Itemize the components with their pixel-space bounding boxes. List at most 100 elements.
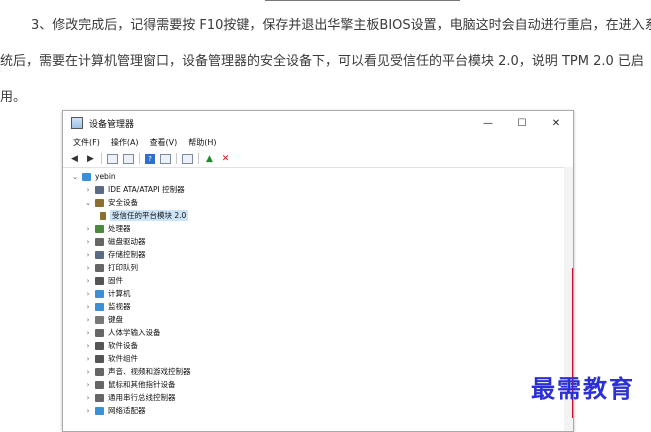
menu-action[interactable]: 操作(A) xyxy=(111,137,139,148)
tree-category-label: 存储控制器 xyxy=(108,250,146,259)
device-category-icon xyxy=(95,354,104,363)
article-line-1: 3、修改完成后，记得需要按 F10按键，保存并退出华擎主板BIOS设置，电脑这时… xyxy=(31,18,651,33)
device-category-icon xyxy=(95,315,104,324)
menu-view[interactable]: 查看(V) xyxy=(150,137,178,148)
uninstall-device-icon[interactable]: ✕ xyxy=(220,154,231,164)
device-category-icon xyxy=(95,380,104,389)
tree-category[interactable]: › 计算机 xyxy=(63,287,573,300)
tree-category-label: 打印队列 xyxy=(108,263,138,272)
tree-category-label: 软件组件 xyxy=(108,354,138,363)
expand-chevron-icon[interactable]: › xyxy=(84,407,92,415)
device-category-icon xyxy=(95,302,104,311)
expand-chevron-icon[interactable]: › xyxy=(84,368,92,376)
scan-hardware-icon[interactable] xyxy=(182,153,193,164)
tree-category-label: 安全设备 xyxy=(108,198,138,207)
tree-category-label: 磁盘驱动器 xyxy=(108,237,146,246)
show-hide-tree-icon[interactable] xyxy=(123,153,134,164)
device-category-icon xyxy=(95,406,104,415)
tpm-chip-icon xyxy=(100,211,106,220)
tree-category[interactable]: › 鼠标和其他指针设备 xyxy=(63,378,573,391)
article-line-2: 统后，需要在计算机管理窗口，设备管理器的安全设备下，可以看见受信任的平台模块 2… xyxy=(0,54,644,69)
device-category-icon xyxy=(95,276,104,285)
tree-category[interactable]: › 通用串行总线控制器 xyxy=(63,391,573,404)
device-manager-icon xyxy=(71,117,83,129)
device-category-icon xyxy=(95,237,104,246)
tree-category-label: IDE ATA/ATAPI 控制器 xyxy=(108,185,185,194)
tree-category-label: 软件设备 xyxy=(108,341,138,350)
collapse-chevron-icon[interactable]: ⌄ xyxy=(84,199,92,207)
expand-chevron-icon[interactable]: › xyxy=(84,277,92,285)
tree-category-label: 人体学输入设备 xyxy=(108,328,161,337)
tree-category[interactable]: › 人体学输入设备 xyxy=(63,326,573,339)
tree-category[interactable]: › 处理器 xyxy=(63,222,573,235)
tree-root-label: yebin xyxy=(95,172,116,181)
expand-chevron-icon[interactable]: › xyxy=(84,290,92,298)
menu-bar: 文件(F) 操作(A) 查看(V) 帮助(H) xyxy=(63,135,573,150)
device-category-icon xyxy=(95,263,104,272)
tree-device-label: 受信任的平台模块 2.0 xyxy=(110,210,189,221)
tree-category[interactable]: › IDE ATA/ATAPI 控制器 xyxy=(63,183,573,196)
toolbar: ◀ ▶ ? ▲ ✕ xyxy=(63,150,573,168)
tree-category-label: 鼠标和其他指针设备 xyxy=(108,380,176,389)
help-icon[interactable]: ? xyxy=(145,153,155,164)
tree-category-label: 通用串行总线控制器 xyxy=(108,393,176,402)
tree-category[interactable]: › 网络适配器 xyxy=(63,404,573,417)
article-line-3: 用。 xyxy=(0,90,27,105)
properties-icon[interactable] xyxy=(107,153,118,164)
tree-category[interactable]: › 固件 xyxy=(63,274,573,287)
tree-category[interactable]: ⌄ 安全设备 xyxy=(63,196,573,209)
expand-chevron-icon[interactable]: › xyxy=(84,225,92,233)
expand-chevron-icon[interactable]: › xyxy=(84,251,92,259)
tree-root[interactable]: ⌄ yebin xyxy=(63,170,573,183)
collapse-chevron-icon[interactable]: ⌄ xyxy=(71,173,79,181)
device-category-icon xyxy=(95,250,104,259)
view-icon[interactable] xyxy=(160,153,171,164)
expand-chevron-icon[interactable]: › xyxy=(84,394,92,402)
device-category-icon xyxy=(95,328,104,337)
expand-chevron-icon[interactable]: › xyxy=(84,186,92,194)
expand-chevron-icon[interactable]: › xyxy=(84,329,92,337)
menu-file[interactable]: 文件(F) xyxy=(73,137,100,148)
minimize-button[interactable]: — xyxy=(471,118,505,129)
tree-device[interactable]: 受信任的平台模块 2.0 xyxy=(63,209,573,222)
device-category-icon xyxy=(95,367,104,376)
device-category-icon xyxy=(95,198,104,207)
tree-category[interactable]: › 键盘 xyxy=(63,313,573,326)
tree-category-label: 键盘 xyxy=(108,315,123,324)
expand-chevron-icon[interactable]: › xyxy=(84,342,92,350)
expand-chevron-icon[interactable]: › xyxy=(84,355,92,363)
tree-category[interactable]: › 存储控制器 xyxy=(63,248,573,261)
toolbar-separator xyxy=(139,153,140,164)
maximize-button[interactable]: ☐ xyxy=(505,118,539,129)
tree-category[interactable]: › 软件设备 xyxy=(63,339,573,352)
expand-chevron-icon[interactable]: › xyxy=(84,316,92,324)
window-controls: — ☐ ✕ xyxy=(471,118,573,129)
tree-category-label: 网络适配器 xyxy=(108,406,146,415)
tree-category[interactable]: › 磁盘驱动器 xyxy=(63,235,573,248)
update-driver-icon[interactable]: ▲ xyxy=(204,154,215,164)
top-divider xyxy=(265,0,460,1)
device-category-icon xyxy=(95,289,104,298)
device-category-icon xyxy=(95,341,104,350)
device-manager-window: 设备管理器 — ☐ ✕ 文件(F) 操作(A) 查看(V) 帮助(H) ◀ ▶ … xyxy=(62,110,574,432)
device-tree: ⌄ yebin › IDE ATA/ATAPI 控制器 ⌄ 安全设备受信任的平台模块 … xyxy=(63,168,573,417)
tree-category[interactable]: › 监视器 xyxy=(63,300,573,313)
tree-category[interactable]: › 打印队列 xyxy=(63,261,573,274)
tree-category-label: 声音、视频和游戏控制器 xyxy=(108,367,191,376)
device-category-icon xyxy=(95,224,104,233)
expand-chevron-icon[interactable]: › xyxy=(84,238,92,246)
computer-icon xyxy=(82,172,91,181)
expand-chevron-icon[interactable]: › xyxy=(84,264,92,272)
back-arrow-icon[interactable]: ◀ xyxy=(69,154,80,164)
tree-category-label: 处理器 xyxy=(108,224,131,233)
close-button[interactable]: ✕ xyxy=(539,118,573,129)
tree-category[interactable]: › 声音、视频和游戏控制器 xyxy=(63,365,573,378)
tree-category[interactable]: › 软件组件 xyxy=(63,352,573,365)
expand-chevron-icon[interactable]: › xyxy=(84,381,92,389)
window-title: 设备管理器 xyxy=(89,119,135,130)
device-category-icon xyxy=(95,185,104,194)
forward-arrow-icon[interactable]: ▶ xyxy=(85,154,96,164)
menu-help[interactable]: 帮助(H) xyxy=(188,137,216,148)
toolbar-separator xyxy=(101,153,102,164)
expand-chevron-icon[interactable]: › xyxy=(84,303,92,311)
